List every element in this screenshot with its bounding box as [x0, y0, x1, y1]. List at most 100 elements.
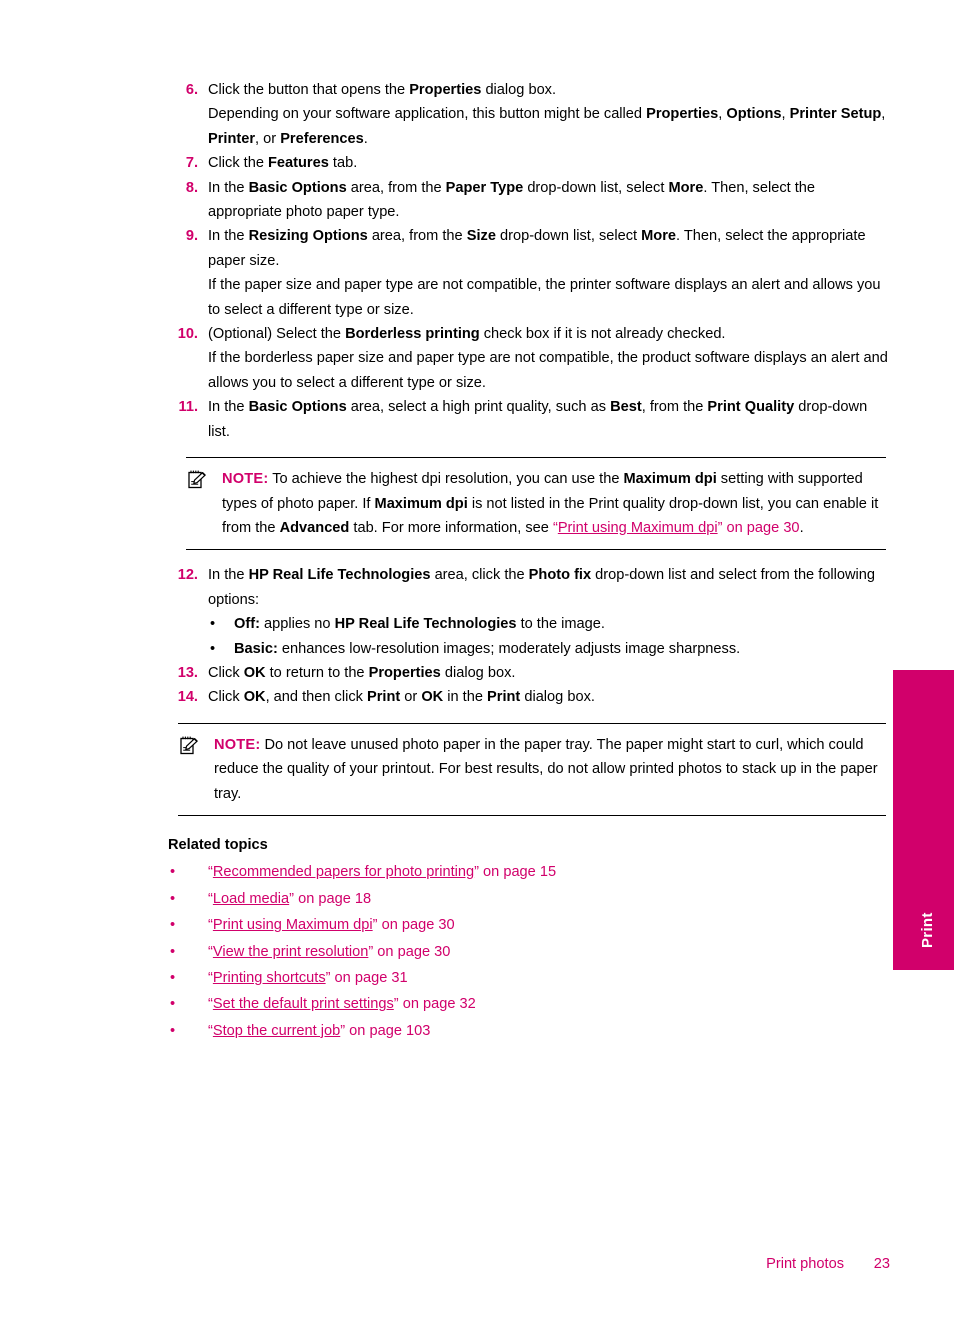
- chapter-side-tab-label: Print: [919, 912, 936, 948]
- emphasis-text: Borderless printing: [345, 326, 480, 343]
- step-paragraph: Depending on your software application, …: [208, 102, 890, 151]
- body-text: Do not leave unused photo paper in the p…: [214, 736, 878, 802]
- page-content: 6. Click the button that opens the Proper…: [168, 78, 890, 1044]
- note-body: NOTE: To achieve the highest dpi resolut…: [186, 467, 886, 540]
- related-topic-title[interactable]: Load media: [213, 891, 289, 907]
- body-text: Click: [208, 664, 244, 681]
- body-text: (Optional) Select the: [208, 326, 346, 343]
- step-paragraph: In the Basic Options area, from the Pape…: [208, 176, 890, 225]
- note-box-paper-tray: NOTE: Do not leave unused photo paper in…: [178, 722, 886, 816]
- body-text: ,: [781, 106, 790, 123]
- emphasis-text: OK: [421, 689, 444, 706]
- related-topic-link[interactable]: • “Print using Maximum dpi” on page 30: [168, 912, 890, 938]
- emphasis-text: Basic Options: [248, 399, 347, 416]
- step-paragraph: (Optional) Select the Borderless printin…: [208, 322, 890, 346]
- related-topic-link[interactable]: • “Set the default print settings” on pag…: [168, 991, 890, 1017]
- related-topic-title[interactable]: Set the default print settings: [213, 996, 394, 1012]
- related-topic-link[interactable]: • “Recommended papers for photo printing”…: [168, 859, 890, 885]
- body-text: check box if it is not already checked.: [479, 326, 726, 343]
- related-topic-link[interactable]: • “Printing shortcuts” on page 31: [168, 965, 890, 991]
- step-number: 8.: [185, 179, 198, 196]
- related-topic-link[interactable]: • “Stop the current job” on page 103: [168, 1018, 890, 1044]
- emphasis-text: Features: [268, 155, 329, 172]
- emphasis-text: Paper Type: [445, 179, 524, 196]
- body-text: area, from the: [367, 228, 467, 245]
- body-text: .: [363, 130, 368, 147]
- related-topics-list: • “Recommended papers for photo printing”…: [168, 859, 890, 1044]
- related-topic-title[interactable]: Recommended papers for photo printing: [213, 864, 474, 880]
- related-topic-title[interactable]: Print using Maximum dpi: [213, 917, 373, 933]
- cross-reference-page: ” on page 30: [717, 519, 800, 536]
- emphasis-text: More: [668, 179, 704, 196]
- step-paragraph: In the HP Real Life Technologies area, c…: [208, 563, 890, 612]
- related-topics-section: Related topics • “Recommended papers for …: [168, 833, 890, 1044]
- step-number: 14.: [177, 689, 198, 706]
- step-number: 10.: [177, 326, 198, 343]
- bullet-marker: •: [170, 890, 176, 907]
- body-text: dialog box.: [440, 664, 516, 681]
- step-option-item: • Off: applies no HP Real Life Technologi…: [208, 612, 890, 636]
- emphasis-text: Properties: [368, 664, 441, 681]
- note-label: NOTE:: [214, 736, 261, 753]
- step-paragraph: Click OK to return to the Properties dia…: [208, 661, 890, 685]
- body-text: to return to the: [265, 664, 369, 681]
- related-topics-heading: Related topics: [168, 836, 268, 853]
- procedure-step: 12. In the HP Real Life Technologies area…: [168, 563, 890, 661]
- step-number: 12.: [177, 567, 198, 584]
- emphasis-text: Maximum dpi: [623, 471, 717, 488]
- emphasis-text: OK: [243, 689, 266, 706]
- body-text: , or: [255, 130, 281, 147]
- bullet-marker: •: [170, 970, 176, 986]
- procedure-steps-list-continued: 12. In the HP Real Life Technologies area…: [168, 563, 890, 709]
- note-label: NOTE:: [222, 471, 269, 488]
- body-text: If the borderless paper size and paper t…: [208, 350, 888, 391]
- emphasis-text: Properties: [646, 106, 719, 123]
- related-topic-title[interactable]: Stop the current job: [213, 1023, 340, 1039]
- body-text: dialog box.: [481, 82, 557, 98]
- procedure-step: 14. Click OK, and then click Print or OK …: [168, 685, 890, 709]
- emphasis-text: More: [641, 228, 677, 245]
- procedure-step: 8. In the Basic Options area, from the Pa…: [168, 176, 890, 225]
- emphasis-text: Properties: [409, 82, 482, 98]
- step-number: 7.: [185, 155, 198, 172]
- body-text: , and then click: [265, 689, 367, 706]
- body-text: In the: [208, 567, 249, 584]
- body-text: enhances low-resolution images; moderate…: [277, 640, 741, 657]
- procedure-step: 10. (Optional) Select the Borderless prin…: [168, 322, 890, 395]
- emphasis-text: Options: [726, 106, 782, 123]
- emphasis-text: HP Real Life Technologies: [248, 567, 431, 584]
- step-paragraph: Click the button that opens the Properti…: [208, 78, 890, 102]
- body-text: To achieve the highest dpi resolution, y…: [268, 471, 624, 488]
- related-topic-link[interactable]: • “Load media” on page 18: [168, 886, 890, 912]
- step-paragraph: In the Resizing Options area, from the S…: [208, 224, 890, 273]
- emphasis-text: Printer: [208, 130, 256, 147]
- related-topic-link[interactable]: • “View the print resolution” on page 30: [168, 939, 890, 965]
- bullet-marker: •: [210, 640, 216, 657]
- emphasis-text: Print: [487, 689, 521, 706]
- body-text: In the: [208, 228, 249, 245]
- procedure-steps-list: 6. Click the button that opens the Proper…: [168, 78, 890, 444]
- related-topic-title[interactable]: View the print resolution: [213, 944, 369, 960]
- related-topic-page: on page 103: [345, 1022, 431, 1039]
- emphasis-text: HP Real Life Technologies: [334, 616, 517, 633]
- emphasis-text: Print Quality: [707, 399, 795, 416]
- body-text: If the paper size and paper type are not…: [208, 277, 881, 318]
- body-text: area, select a high print quality, such …: [346, 399, 611, 416]
- cross-reference-title[interactable]: Print using Maximum dpi: [558, 520, 718, 536]
- step-paragraph: Click OK, and then click Print or OK in …: [208, 685, 890, 709]
- step-paragraph: In the Basic Options area, select a high…: [208, 395, 890, 444]
- procedure-step: 13. Click OK to return to the Properties …: [168, 661, 890, 685]
- body-text: Click the: [208, 155, 269, 172]
- related-topic-title[interactable]: Printing shortcuts: [213, 970, 326, 986]
- bullet-marker: •: [170, 996, 176, 1013]
- related-topic-page: on page 32: [398, 996, 476, 1013]
- step-number: 6.: [185, 82, 198, 98]
- step-option-list: • Off: applies no HP Real Life Technologi…: [208, 612, 890, 661]
- body-text: area, from the: [346, 179, 446, 196]
- body-text: In the: [208, 399, 249, 416]
- note-text-end: .: [799, 519, 804, 536]
- related-topic-page: on page 31: [330, 970, 408, 986]
- bullet-marker: •: [210, 616, 216, 633]
- note-cross-reference-link[interactable]: “Print using Maximum dpi” on page 30: [553, 520, 800, 536]
- bullet-marker: •: [170, 864, 176, 881]
